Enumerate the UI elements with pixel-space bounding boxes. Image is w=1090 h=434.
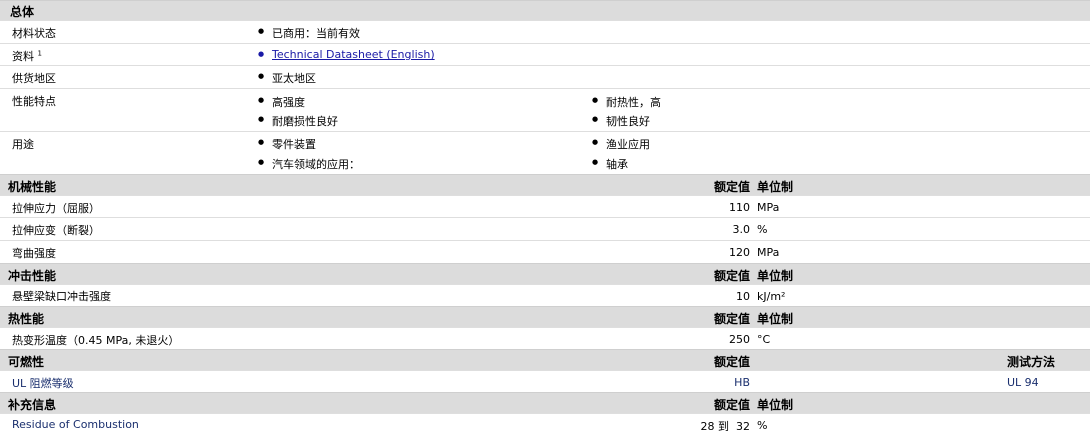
- property-value: 3.0: [732, 223, 751, 236]
- nominal-header: 额定值: [713, 398, 750, 412]
- property-unit: kJ/m²: [757, 290, 786, 303]
- section-title: 补充信息: [8, 398, 57, 412]
- table-row: 热变形温度（0.45 MPa, 未退火） 250 °C: [0, 327, 1090, 349]
- property-value: 110: [729, 201, 750, 214]
- general-row-status: 材料状态 已商用：当前有效: [0, 20, 1090, 43]
- property-unit: MPa: [757, 201, 780, 214]
- table-row: Residue of Combustion 28 到 32 %: [0, 413, 1090, 433]
- section-title: 可燃性: [8, 355, 45, 369]
- section-header: 可燃性 额定值 测试方法: [0, 349, 1090, 370]
- property-label: Residue of Combustion: [12, 418, 139, 431]
- row-label: 供货地区: [12, 72, 56, 85]
- list-item: 耐磨损性良好: [258, 113, 338, 129]
- property-unit: %: [757, 223, 768, 236]
- list-item: 耐热性，高: [592, 94, 661, 110]
- section-header: 热性能 额定值 单位制: [0, 306, 1090, 327]
- datasheet-link[interactable]: Technical Datasheet (English): [258, 48, 435, 61]
- section-header: 机械性能 额定值 单位制: [0, 174, 1090, 195]
- table-row: 拉伸应变（断裂） 3.0 %: [0, 217, 1090, 240]
- list-item: 高强度: [258, 94, 305, 110]
- general-row-region: 供货地区 亚太地区: [0, 65, 1090, 88]
- section-title: 机械性能: [8, 180, 57, 194]
- list-item: 汽车领域的应用：: [258, 156, 360, 172]
- table-row: 拉伸应力（屈服） 110 MPa: [0, 195, 1090, 217]
- nominal-header: 额定值: [713, 312, 750, 326]
- property-value: 10: [736, 290, 750, 303]
- list-item: 轴承: [592, 156, 628, 172]
- property-value: 120: [729, 246, 750, 259]
- property-label: 拉伸应变（断裂）: [12, 224, 100, 237]
- table-row: 弯曲强度 120 MPa: [0, 240, 1090, 263]
- list-item: 已商用：当前有效: [258, 25, 360, 41]
- section-header: 冲击性能 额定值 单位制: [0, 263, 1090, 284]
- nominal-header: 额定值: [713, 355, 750, 369]
- list-item: 零件装置: [258, 136, 316, 152]
- property-label: 弯曲强度: [12, 247, 56, 260]
- nominal-header: 额定值: [713, 180, 750, 194]
- property-label: UL 阻燃等级: [12, 377, 74, 390]
- list-item: 韧性良好: [592, 113, 650, 129]
- list-item: 亚太地区: [258, 70, 316, 86]
- unit-header: 单位制: [757, 180, 794, 194]
- table-row: UL 阻燃等级 HB UL 94: [0, 370, 1090, 392]
- general-row-docs: 资料 1 Technical Datasheet (English): [0, 43, 1090, 65]
- property-unit: MPa: [757, 246, 780, 259]
- unit-header: 单位制: [757, 312, 794, 326]
- property-value: HB: [734, 376, 750, 389]
- row-label: 性能特点: [12, 95, 56, 108]
- property-value: 28 到 32: [700, 420, 750, 433]
- section-header: 补充信息 额定值 单位制: [0, 392, 1090, 413]
- general-row-uses: 用途 零件装置 汽车领域的应用： 渔业应用 轴承: [0, 131, 1090, 174]
- footnote-marker: 1: [37, 49, 42, 58]
- test-method: UL 94: [1007, 376, 1039, 389]
- property-label: 悬壁梁缺口冲击强度: [12, 290, 111, 303]
- row-label: 用途: [12, 138, 34, 151]
- test-method-header: 测试方法: [1007, 355, 1056, 369]
- general-header: 总体: [0, 0, 1090, 20]
- unit-header: 单位制: [757, 269, 794, 283]
- section-title: 热性能: [8, 312, 45, 326]
- general-title: 总体: [10, 5, 35, 19]
- row-label: 材料状态: [12, 27, 56, 40]
- table-row: 悬壁梁缺口冲击强度 10 kJ/m²: [0, 284, 1090, 306]
- section-title: 冲击性能: [8, 269, 57, 283]
- property-unit: °C: [757, 333, 771, 346]
- property-value: 250: [729, 333, 750, 346]
- property-label: 拉伸应力（屈服）: [12, 202, 100, 215]
- general-row-features: 性能特点 高强度 耐磨损性良好 耐热性，高 韧性良好: [0, 88, 1090, 131]
- list-item: 渔业应用: [592, 136, 650, 152]
- row-label: 资料 1: [12, 49, 42, 63]
- nominal-header: 额定值: [713, 269, 750, 283]
- property-unit: %: [757, 419, 768, 432]
- unit-header: 单位制: [757, 398, 794, 412]
- property-label: 热变形温度（0.45 MPa, 未退火）: [12, 334, 180, 347]
